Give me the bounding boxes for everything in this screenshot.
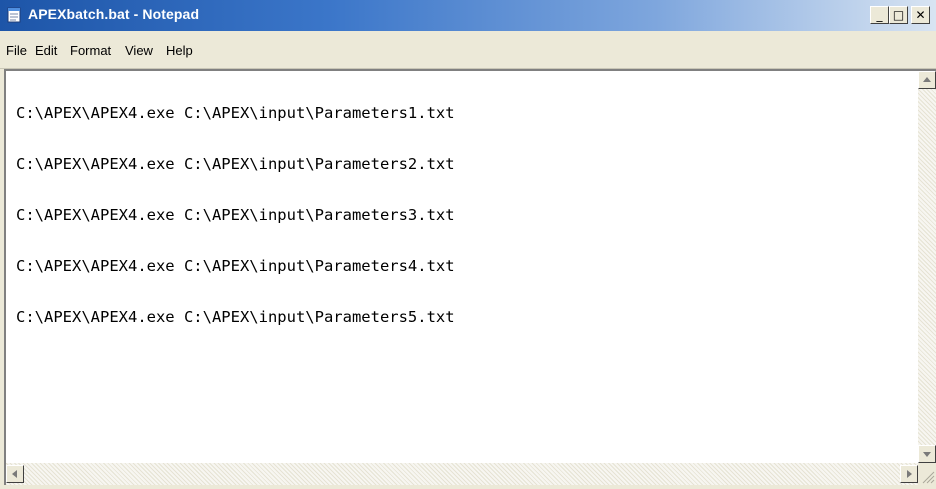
arrow-right-icon <box>907 470 912 478</box>
title-bar[interactable]: APEXbatch.bat - Notepad _ □ ✕ <box>0 0 936 31</box>
minimize-button[interactable]: _ <box>870 6 889 24</box>
scroll-left-button[interactable] <box>6 465 24 483</box>
vertical-scrollbar[interactable] <box>918 71 936 463</box>
menu-edit[interactable]: Edit <box>35 43 57 58</box>
window-title: APEXbatch.bat - Notepad <box>28 6 200 22</box>
scroll-right-button[interactable] <box>900 465 918 483</box>
menu-help[interactable]: Help <box>166 43 193 58</box>
text-line: C:\APEX\APEX4.exe C:\APEX\input\Paramete… <box>16 257 455 275</box>
text-line: C:\APEX\APEX4.exe C:\APEX\input\Paramete… <box>16 104 455 122</box>
text-content[interactable]: C:\APEX\APEX4.exe C:\APEX\input\Paramete… <box>16 71 916 461</box>
scroll-down-button[interactable] <box>918 445 936 463</box>
scroll-up-button[interactable] <box>918 71 936 89</box>
close-button[interactable]: ✕ <box>911 6 930 24</box>
resize-grip-icon <box>922 471 935 484</box>
menu-view[interactable]: View <box>125 43 153 58</box>
resize-grip[interactable] <box>918 463 936 485</box>
text-line: C:\APEX\APEX4.exe C:\APEX\input\Paramete… <box>16 155 455 173</box>
arrow-down-icon <box>923 452 931 457</box>
notepad-window: APEXbatch.bat - Notepad _ □ ✕ File Edit … <box>0 0 936 489</box>
arrow-up-icon <box>923 77 931 82</box>
notepad-icon[interactable] <box>5 6 23 24</box>
text-editor[interactable]: C:\APEX\APEX4.exe C:\APEX\input\Paramete… <box>4 69 936 485</box>
menu-bar: File Edit Format View Help <box>0 31 936 69</box>
horizontal-scrollbar[interactable] <box>6 463 918 485</box>
menu-file[interactable]: File <box>6 43 27 58</box>
arrow-left-icon <box>12 470 17 478</box>
maximize-button[interactable]: □ <box>889 6 908 24</box>
text-line: C:\APEX\APEX4.exe C:\APEX\input\Paramete… <box>16 206 455 224</box>
text-line: C:\APEX\APEX4.exe C:\APEX\input\Paramete… <box>16 308 455 326</box>
menu-format[interactable]: Format <box>70 43 111 58</box>
